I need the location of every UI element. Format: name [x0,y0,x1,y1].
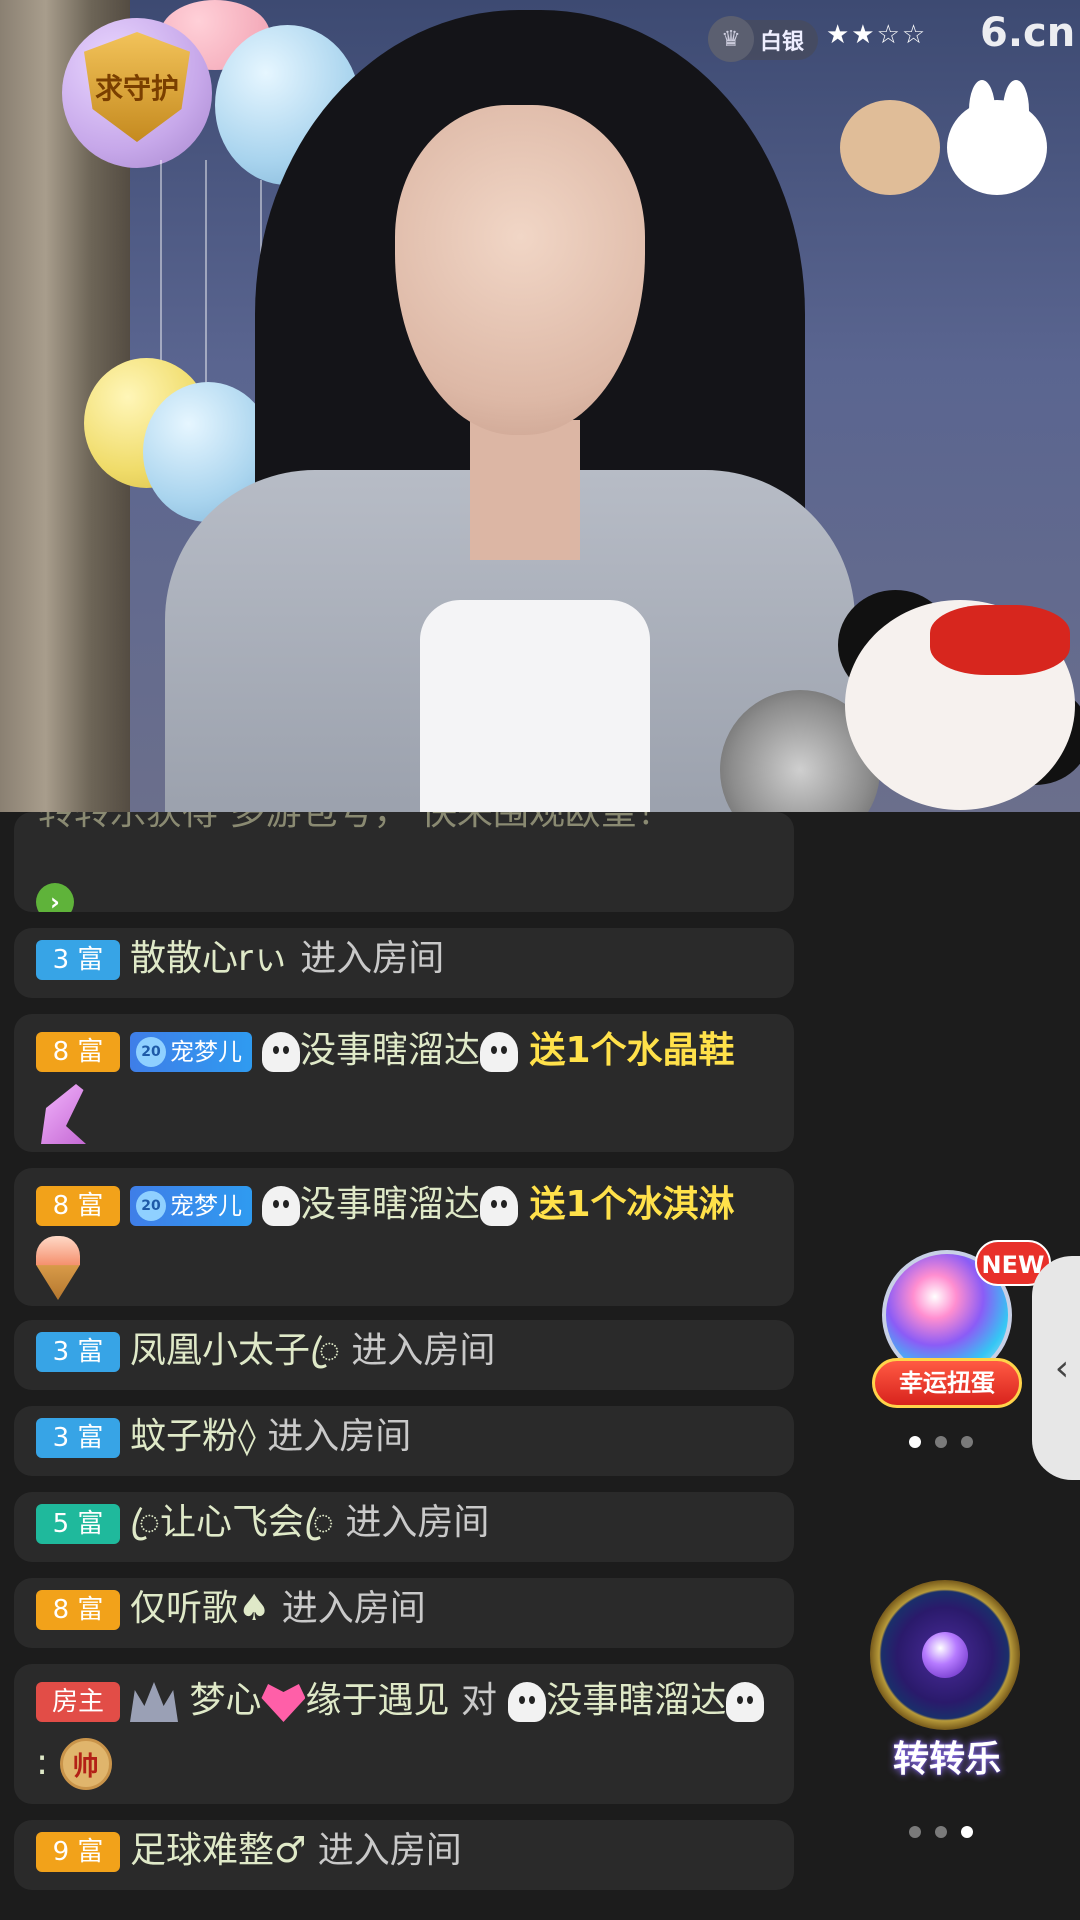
ghost-icon [480,1186,519,1226]
balloon-string [160,160,162,390]
ghost-icon [262,1186,300,1226]
live-video[interactable]: 求守护 白银 ♛ ★★☆☆ 6.cn [0,0,1080,812]
streamer-neck [470,420,580,560]
ghost-icon [480,1032,519,1072]
pet-badge: 20 宠梦儿 [130,1186,252,1226]
wealth-level-badge: 3 富 [36,1418,120,1458]
target-user-name[interactable]: 没事瞎溜达 [546,1680,726,1721]
rank-emblem-icon: ♛ [708,16,754,62]
chat-message: 8 富 20 宠梦儿 没事瞎溜达 送1个冰淇淋 [14,1168,794,1306]
chat-action: 对 [460,1680,497,1721]
chat-partial-text: 转转乐获得 多游包号， 快来围观欧皇！ [38,812,673,833]
wheel-label: 转转乐 [892,1739,1001,1780]
carousel-dot[interactable] [961,1436,973,1448]
pet-heart-icon: 20 [136,1191,166,1221]
wealth-level-badge: 3 富 [36,1332,120,1372]
spin-wheel-button[interactable]: 转转乐 [862,1570,1032,1780]
chat-action: 进入房间 [267,1416,412,1457]
site-logo: 6.cn [980,10,1076,56]
host-badge: 房主 [36,1682,120,1722]
doll-bow [930,605,1070,675]
balloon-string [205,160,207,410]
user-name[interactable]: 足球难整♂ [130,1830,306,1871]
user-name[interactable]: 散散心rぃ [130,938,289,979]
streamer-shirt [420,600,650,812]
gacha-carousel-dots[interactable] [909,1436,973,1448]
crystal-shoe-icon [41,1084,86,1144]
user-name[interactable]: 凤凰小太子ꦿ [130,1330,340,1371]
ice-cream-icon [36,1236,80,1300]
carousel-dot[interactable] [961,1826,973,1838]
wealth-level-badge: 8 富 [36,1186,120,1226]
wealth-level-badge: 3 富 [36,940,120,980]
rank-label: 白银 [759,30,804,55]
carousel-dot[interactable] [935,1826,947,1838]
guard-shield-icon: 求守护 [84,32,190,142]
user-name[interactable]: 梦心 [189,1680,261,1721]
chat-action: 进入房间 [317,1830,462,1871]
side-panel-toggle[interactable]: ‹ [1032,1256,1080,1480]
wheel-gem-icon [922,1632,968,1678]
chat-action: 进入房间 [300,938,445,979]
user-name[interactable]: 没事瞎溜达 [300,1184,480,1225]
chat-action: 进入房间 [345,1502,490,1543]
gacha-label: 幸运扭蛋 [872,1358,1022,1408]
user-name[interactable]: 蚊子粉◊ [130,1416,256,1457]
guard-badge[interactable]: 求守护 [62,12,212,162]
chat-message: 9 富足球难整♂ 进入房间 [14,1820,794,1890]
bear-icon [840,100,940,195]
bear-bunny-sticker [832,70,1057,250]
gift-text: 送1个冰淇淋 [529,1184,735,1225]
pet-heart-icon: 20 [136,1037,166,1067]
ghost-icon [508,1682,547,1722]
chess-piece-icon: 帅 [59,1738,112,1790]
wealth-level-badge: 8 富 [36,1032,120,1072]
chat-message-host: 房主 梦心 缘于遇见 对 没事瞎溜达: 帅 [14,1664,794,1804]
chevron-left-icon: ‹ [1054,1347,1070,1389]
wealth-level-badge: 8 富 [36,1590,120,1630]
ghost-icon [726,1682,765,1722]
carousel-dot[interactable] [909,1826,921,1838]
user-name-suffix: 缘于遇见 [305,1680,450,1721]
chat-action: 进入房间 [351,1330,496,1371]
carousel-dot[interactable] [935,1436,947,1448]
wealth-level-badge: 5 富 [36,1504,120,1544]
hearts-icon [261,1684,306,1722]
guard-badge-text: 求守护 [94,72,179,105]
pet-badge: 20 宠梦儿 [130,1032,252,1072]
user-name[interactable]: 仅听歌♠ [130,1588,270,1629]
chat-message: 3 富凤凰小太子ꦿ 进入房间 [14,1320,794,1390]
gift-text: 送1个水晶鞋 [529,1030,735,1071]
chat-message: 3 富散散心rぃ 进入房间 [14,928,794,998]
bunny-icon [947,80,1047,195]
chat-message: 8 富 20 宠梦儿 没事瞎溜达 送1个水晶鞋 [14,1014,794,1152]
chat-message: 8 富仅听歌♠ 进入房间 [14,1578,794,1648]
colon: : [36,1742,49,1783]
user-name[interactable]: ꦿ让心飞会ꦿ [130,1502,334,1543]
carousel-dot[interactable] [909,1436,921,1448]
chat-message-partial: 转转乐获得 多游包号， 快来围观欧皇！ › [14,812,794,912]
chat-message: 5 富ꦿ让心飞会ꦿ 进入房间 [14,1492,794,1562]
go-arrow-icon[interactable]: › [36,883,74,912]
rank-stars: ★★☆☆ [826,20,928,50]
chat-message: 3 富蚊子粉◊ 进入房间 [14,1406,794,1476]
user-name[interactable]: 没事瞎溜达 [300,1030,480,1071]
wealth-level-badge: 9 富 [36,1832,120,1872]
chat-action: 进入房间 [281,1588,426,1629]
crown-icon [130,1682,178,1722]
wheel-carousel-dots[interactable] [909,1826,973,1838]
ghost-icon [262,1032,300,1072]
